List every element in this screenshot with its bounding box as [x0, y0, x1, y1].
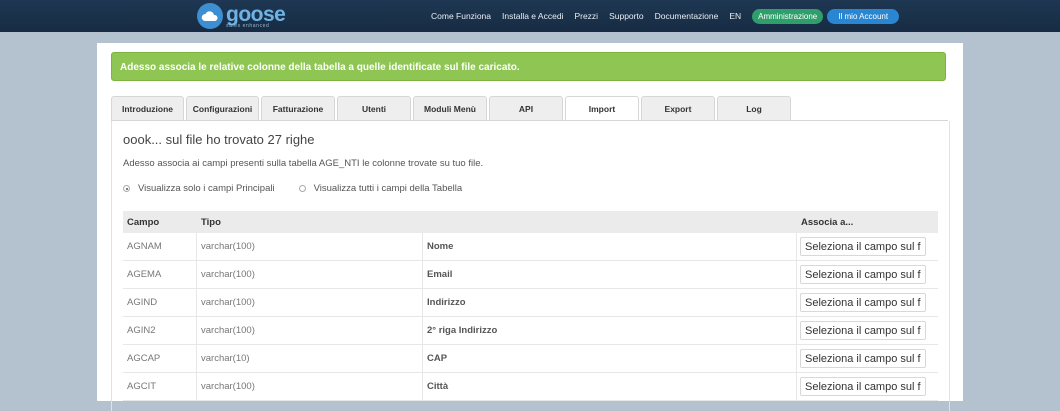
- nav-link-documentazione[interactable]: Documentazione: [655, 11, 719, 21]
- radio-tutti[interactable]: [298, 185, 306, 192]
- success-alert: Adesso associa le relative colonne della…: [111, 52, 946, 81]
- table-row: AGCIT varchar(100) Città Seleziona il ca…: [123, 373, 938, 401]
- brand-logo[interactable]: goose sales enhanced: [197, 2, 286, 30]
- field-select[interactable]: Seleziona il campo sul f: [800, 321, 926, 340]
- tab-import[interactable]: Import: [565, 96, 639, 121]
- radio-principali-label[interactable]: Visualizza solo i campi Principali: [138, 183, 275, 194]
- cell-tipo: varchar(100): [197, 233, 423, 260]
- cell-label: CAP: [423, 345, 797, 372]
- tab-moduli-menu[interactable]: Moduli Menù: [413, 96, 487, 120]
- account-button[interactable]: Il mio Account: [827, 8, 900, 24]
- radio-tutti-label[interactable]: Visualizza tutti i campi della Tabella: [314, 183, 463, 194]
- field-select[interactable]: Seleziona il campo sul f: [800, 265, 926, 284]
- brand-name: goose: [226, 2, 286, 26]
- cell-label: Nome: [423, 233, 797, 260]
- field-select[interactable]: Seleziona il campo sul f: [800, 293, 926, 312]
- cell-tipo: varchar(100): [197, 317, 423, 344]
- cell-tipo: varchar(100): [197, 261, 423, 288]
- cell-tipo: varchar(100): [197, 289, 423, 316]
- tab-fatturazione[interactable]: Fatturazione: [261, 96, 335, 120]
- tab-utenti[interactable]: Utenti: [337, 96, 411, 120]
- table-row: AGIN2 varchar(100) 2° riga Indirizzo Sel…: [123, 317, 938, 345]
- header-tipo: Tipo: [201, 216, 221, 228]
- page-title: oook... sul file ho trovato 27 righe: [123, 132, 315, 147]
- tab-log[interactable]: Log: [717, 96, 791, 120]
- mapping-table: Campo Tipo Associa a... AGNAM varchar(10…: [123, 211, 938, 401]
- nav-link-come-funziona[interactable]: Come Funziona: [431, 11, 491, 21]
- cloud-icon: [197, 3, 223, 29]
- table-row: AGNAM varchar(100) Nome Seleziona il cam…: [123, 233, 938, 261]
- table-header: Campo Tipo Associa a...: [123, 211, 938, 233]
- header-campo: Campo: [127, 216, 160, 228]
- tab-api[interactable]: API: [489, 96, 563, 120]
- table-row: AGIND varchar(100) Indirizzo Seleziona i…: [123, 289, 938, 317]
- tab-export[interactable]: Export: [641, 96, 715, 120]
- cell-campo: AGCIT: [123, 373, 197, 400]
- cell-label: Indirizzo: [423, 289, 797, 316]
- top-navbar: goose sales enhanced Come Funziona Insta…: [0, 0, 1060, 32]
- tab-introduzione[interactable]: Introduzione: [111, 96, 184, 120]
- brand-tagline: sales enhanced: [226, 22, 270, 29]
- main-panel: Adesso associa le relative colonne della…: [97, 43, 963, 411]
- radio-principali[interactable]: [123, 185, 130, 192]
- cell-campo: AGIND: [123, 289, 197, 316]
- cell-tipo: varchar(100): [197, 373, 423, 400]
- cell-campo: AGIN2: [123, 317, 197, 344]
- admin-button[interactable]: Amministrazione: [752, 8, 824, 24]
- cell-label: Email: [423, 261, 797, 288]
- view-options: Visualizza solo i campi Principali Visua…: [123, 183, 486, 194]
- nav-link-installa[interactable]: Installa e Accedi: [502, 11, 563, 21]
- cell-label: 2° riga Indirizzo: [423, 317, 797, 344]
- table-row: AGEMA varchar(100) Email Seleziona il ca…: [123, 261, 938, 289]
- nav-link-supporto[interactable]: Supporto: [609, 11, 644, 21]
- main-nav: Come Funziona Installa e Accedi Prezzi S…: [431, 0, 903, 32]
- nav-link-language[interactable]: EN: [729, 11, 741, 21]
- cell-campo: AGNAM: [123, 233, 197, 260]
- table-row: AGCAP varchar(10) CAP Seleziona il campo…: [123, 345, 938, 373]
- field-select[interactable]: Seleziona il campo sul f: [800, 349, 926, 368]
- header-associa: Associa a...: [801, 216, 854, 228]
- nav-link-prezzi[interactable]: Prezzi: [574, 11, 598, 21]
- page-description: Adesso associa ai campi presenti sulla t…: [123, 158, 484, 169]
- field-select[interactable]: Seleziona il campo sul f: [800, 237, 926, 256]
- field-select[interactable]: Seleziona il campo sul f: [800, 377, 926, 396]
- cell-campo: AGCAP: [123, 345, 197, 372]
- cell-tipo: varchar(10): [197, 345, 423, 372]
- tab-bar: Introduzione Configurazioni Fatturazione…: [111, 96, 793, 121]
- cell-campo: AGEMA: [123, 261, 197, 288]
- cell-label: Città: [423, 373, 797, 400]
- tab-configurazioni[interactable]: Configurazioni: [186, 96, 259, 120]
